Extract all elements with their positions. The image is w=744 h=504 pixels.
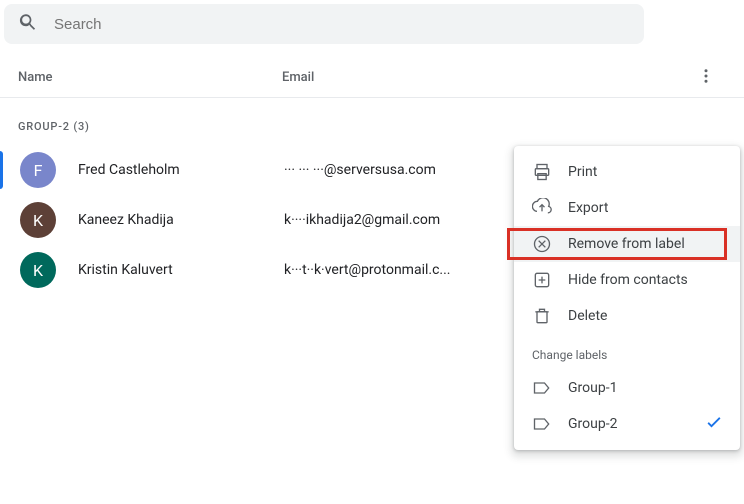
column-name: Name (18, 70, 282, 85)
menu-item-print[interactable]: Print (514, 154, 740, 190)
search-bar[interactable] (4, 4, 644, 44)
avatar: K (20, 252, 56, 288)
menu-item-remove-from-label[interactable]: Remove from label (514, 226, 740, 262)
avatar: F (20, 152, 56, 188)
print-icon (532, 162, 552, 182)
avatar: K (20, 202, 56, 238)
more-vert-icon (697, 67, 715, 89)
menu-section-label: Change labels (514, 334, 740, 370)
search-input[interactable] (52, 15, 630, 34)
group-label: GROUP-2 (3) (0, 98, 744, 145)
menu-item-label: Delete (568, 308, 607, 324)
menu-item-label: Group-1 (568, 380, 617, 396)
export-icon (532, 198, 552, 218)
menu-item-label: Print (568, 164, 597, 180)
more-actions-button[interactable] (688, 60, 724, 96)
menu-item-export[interactable]: Export (514, 190, 740, 226)
menu-item-label: Group-2 (568, 416, 617, 432)
context-menu: Print Export Remove from label Hide from… (514, 146, 740, 450)
checkmark-icon (704, 412, 724, 436)
menu-item-label: Remove from label (568, 236, 685, 252)
column-email: Email (282, 70, 686, 85)
remove-icon (532, 234, 552, 254)
hide-icon (532, 270, 552, 290)
contact-name: Fred Castleholm (78, 162, 284, 178)
label-icon (532, 414, 552, 434)
menu-item-label: Export (568, 200, 608, 216)
search-icon (18, 12, 38, 36)
menu-item-delete[interactable]: Delete (514, 298, 740, 334)
contact-name: Kristin Kaluvert (78, 262, 284, 278)
trash-icon (532, 306, 552, 326)
menu-item-group1[interactable]: Group-1 (514, 370, 740, 406)
menu-item-group2[interactable]: Group-2 (514, 406, 740, 442)
menu-item-label: Hide from contacts (568, 272, 688, 288)
list-header: Name Email (0, 58, 744, 98)
menu-item-hide[interactable]: Hide from contacts (514, 262, 740, 298)
contact-name: Kaneez Khadija (78, 212, 284, 228)
label-icon (532, 378, 552, 398)
